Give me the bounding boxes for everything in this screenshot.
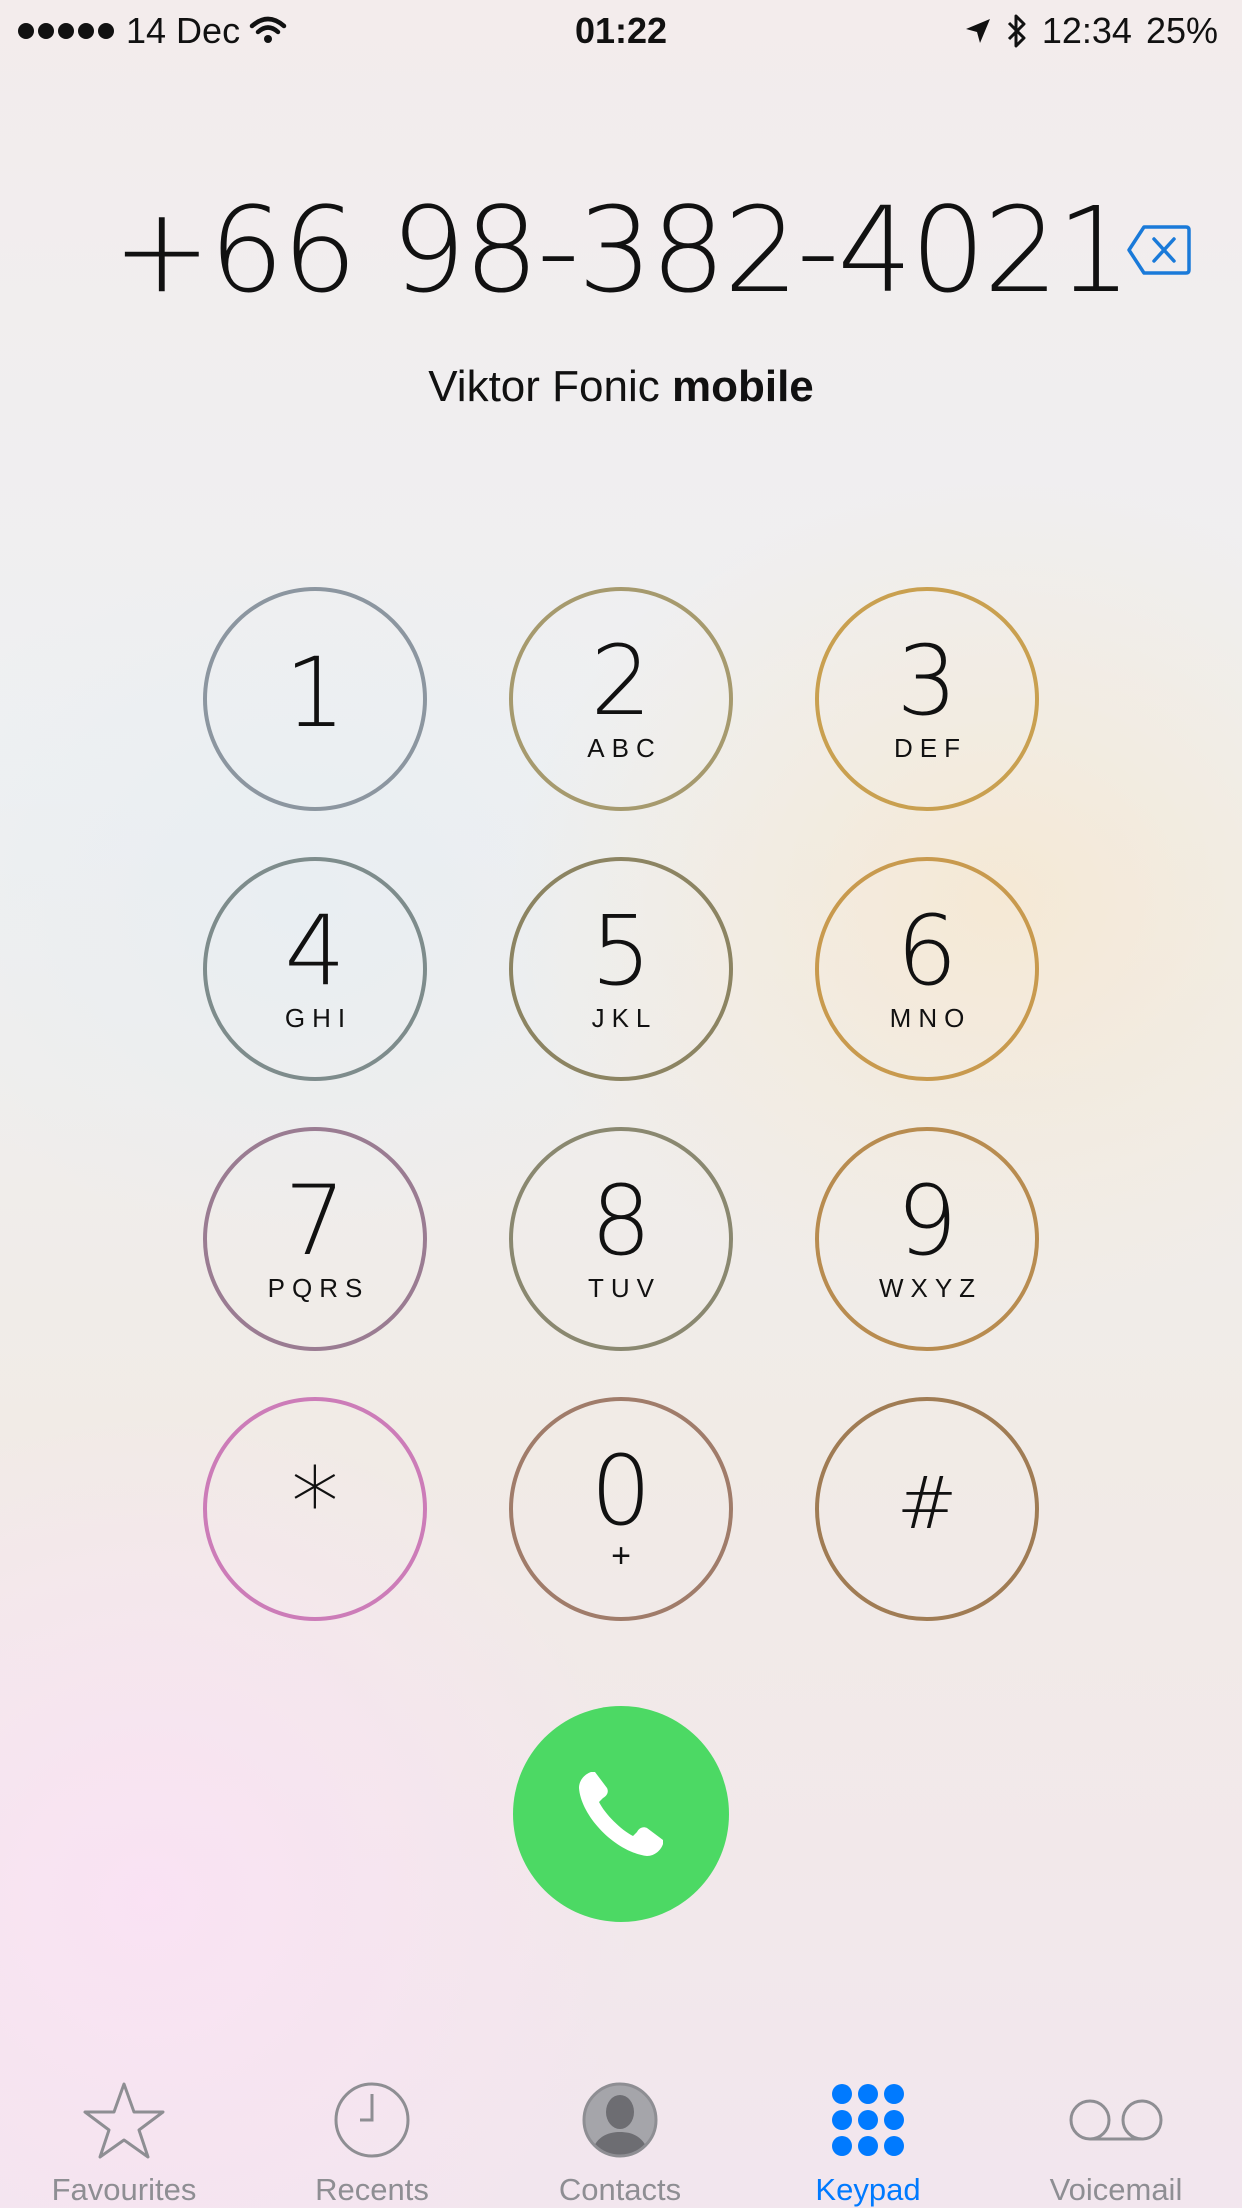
key-1[interactable]: 1 [203, 587, 427, 811]
status-right: 12:34 25% [964, 10, 1218, 52]
wifi-icon [249, 16, 287, 43]
key-2[interactable]: 2 ABC [509, 587, 733, 811]
key-3[interactable]: 3 DEF [815, 587, 1039, 811]
key-digit: * [291, 1447, 339, 1559]
tab-label: Contacts [558, 2172, 682, 2207]
key-digit: 2 [590, 625, 652, 737]
tab-voicemail[interactable]: Voicemail [992, 2060, 1240, 2208]
key-digit: 1 [284, 637, 346, 749]
call-button[interactable] [513, 1706, 729, 1922]
keypad-icon [832, 2084, 904, 2156]
key-hash[interactable]: # [815, 1397, 1039, 1621]
key-digit: 3 [896, 625, 958, 737]
key-digit: 4 [284, 895, 346, 1007]
tab-label: Voicemail [1049, 2172, 1183, 2207]
key-letters: + [611, 1537, 638, 1575]
key-9[interactable]: 9 WXYZ [815, 1127, 1039, 1351]
tab-keypad[interactable]: Keypad [744, 2060, 992, 2208]
key-digit: 8 [590, 1165, 652, 1277]
voicemail-icon [1069, 2099, 1163, 2141]
backspace-icon [1127, 225, 1191, 275]
tab-bar: Favourites Recents Contacts Keypad Voice… [0, 2060, 1242, 2208]
tab-contacts[interactable]: Contacts [496, 2060, 744, 2208]
key-digit: # [896, 1461, 958, 1545]
backspace-button[interactable] [1126, 222, 1192, 278]
key-letters: WXYZ [878, 1273, 983, 1303]
key-digit: 9 [896, 1165, 958, 1277]
key-letters: PQRS [267, 1273, 370, 1303]
contact-icon [582, 2082, 658, 2158]
key-5[interactable]: 5 JKL [509, 857, 733, 1081]
key-7[interactable]: 7 PQRS [203, 1127, 427, 1351]
key-letters: MNO [889, 1003, 972, 1033]
tab-recents[interactable]: Recents [248, 2060, 496, 2208]
key-letters: GHI [284, 1003, 353, 1033]
key-6[interactable]: 6 MNO [815, 857, 1039, 1081]
key-4[interactable]: 4 GHI [203, 857, 427, 1081]
contact-name: Viktor Fonic [428, 362, 660, 411]
tab-favourites[interactable]: Favourites [0, 2060, 248, 2208]
key-0[interactable]: 0 + [509, 1397, 733, 1621]
status-date: 14 Dec [126, 10, 241, 51]
key-digit: 7 [284, 1165, 346, 1277]
caller-info: Viktor Fonic mobile [0, 362, 1242, 412]
key-letters: ABC [587, 733, 662, 763]
key-digit: 5 [590, 895, 652, 1007]
key-letters: DEF [894, 733, 967, 763]
key-letters: TUV [588, 1273, 661, 1303]
phone-icon [579, 1772, 663, 1856]
tab-label: Favourites [51, 2172, 197, 2207]
bluetooth-icon [1007, 14, 1026, 48]
tab-label: Recents [315, 2172, 429, 2207]
key-star[interactable]: * [203, 1397, 427, 1621]
status-clock: 12:34 [1041, 10, 1132, 51]
tab-label: Keypad [815, 2172, 921, 2207]
status-bar: 14 Dec 01:22 12:34 25% [0, 0, 1242, 64]
key-digit: 6 [896, 895, 958, 1007]
signal-dots-icon [18, 23, 114, 39]
dialed-number: +66 98-382-4021 [112, 181, 1131, 319]
contact-label: mobile [671, 362, 814, 411]
key-8[interactable]: 8 TUV [509, 1127, 733, 1351]
star-icon [83, 2082, 165, 2159]
key-letters: JKL [591, 1003, 658, 1033]
clock-icon [334, 2082, 410, 2158]
status-left: 14 Dec [18, 10, 288, 52]
location-arrow-icon [965, 19, 990, 43]
battery-percent: 25% [1145, 10, 1218, 51]
key-digit: 0 [590, 1435, 652, 1547]
